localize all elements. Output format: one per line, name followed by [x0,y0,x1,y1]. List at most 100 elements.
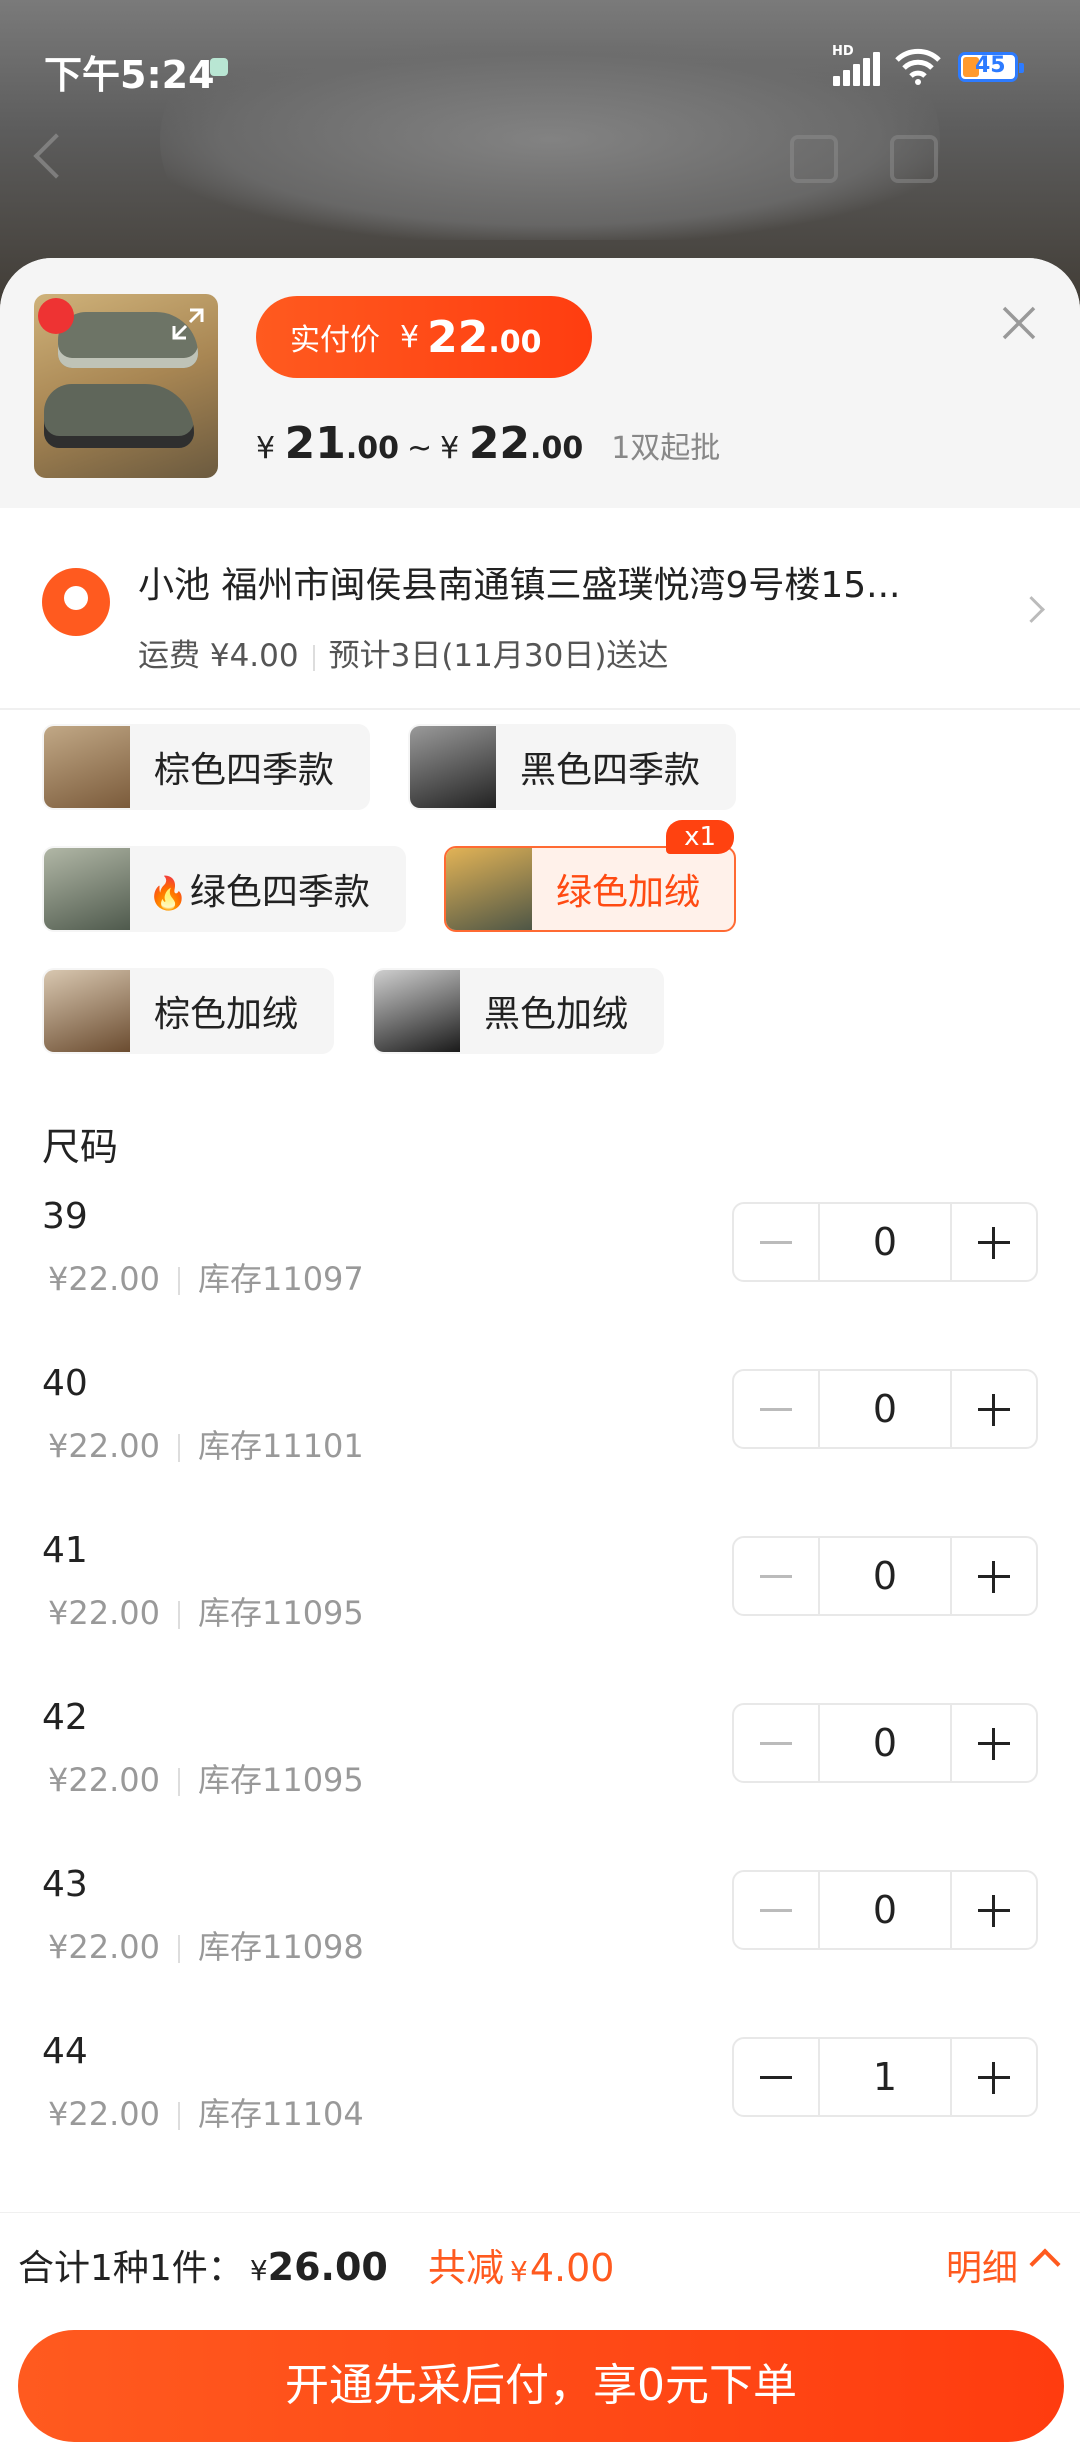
size-price: ¥22.00 [48,1427,160,1465]
size-value: 39 [42,1196,88,1237]
size-value: 42 [42,1697,88,1738]
size-section-title: 尺码 [42,1125,119,1169]
color-label: 棕色加绒 [154,994,299,1035]
size-row: 40 ¥22.00 库存11101 0 [0,1363,1080,1530]
size-value: 40 [42,1363,88,1404]
price-min-int: 21 [284,418,346,469]
sheet-header: 实付价 ¥ 22 .00 ¥ 21 .00 ~ ¥ 22 .00 1双起批 [0,258,1080,508]
decrement-button[interactable] [734,1538,818,1614]
cart-icon [790,135,838,183]
size-row: 41 ¥22.00 库存11095 0 [0,1530,1080,1697]
chevron-up-icon[interactable] [1029,2248,1061,2280]
size-stock: 库存11095 [197,1761,364,1799]
size-meta: ¥22.00 库存11104 [48,2089,364,2135]
actual-price-int: 22 [427,311,489,363]
wifi-icon [895,48,941,85]
order-summary: 合计1种1件： ¥ 26.00 [18,2239,388,2291]
size-price: ¥22.00 [48,1761,160,1799]
color-option-brown-allseason[interactable]: 棕色四季款 [42,724,371,810]
size-row: 39 ¥22.00 库存11097 0 [0,1196,1080,1363]
color-label: 黑色四季款 [520,750,701,791]
discount-label: 共减 [428,2246,505,2290]
increment-button[interactable] [952,1705,1036,1781]
quantity-value[interactable]: 0 [818,1538,952,1614]
quantity-stepper: 0 [732,1703,1038,1783]
decrement-button[interactable] [734,1872,818,1948]
currency-symbol: ¥ [510,2255,528,2288]
size-stock: 库存11101 [197,1427,364,1465]
location-pin-icon [42,568,110,636]
actual-price-dec: .00 [488,324,542,360]
quantity-value[interactable]: 0 [818,1705,952,1781]
increment-button[interactable] [952,1371,1036,1447]
quantity-value[interactable]: 0 [818,1872,952,1948]
size-stock: 库存11104 [197,2095,364,2133]
close-icon[interactable] [998,302,1040,344]
decrement-button[interactable] [734,1204,818,1280]
decrement-button[interactable] [734,2039,818,2115]
price-max-int: 22 [468,418,531,469]
size-meta: ¥22.00 库存11095 [48,1755,364,1801]
increment-button[interactable] [952,1538,1036,1614]
battery-level: 45 [975,53,1006,78]
quantity-value[interactable]: 1 [818,2039,952,2115]
price-range: ¥ 21 .00 ~ ¥ 22 .00 1双起批 [256,418,720,469]
color-label: 绿色加绒 [556,872,701,913]
color-label-wrap: 🔥绿色四季款 [130,863,404,915]
color-option-green-fleece[interactable]: 绿色加绒 x1 [444,820,737,932]
quantity-value[interactable]: 0 [818,1371,952,1447]
color-thumbnail [374,970,460,1052]
discount-info: 共减 ¥ 4.00 [428,2237,614,2292]
color-thumbnail [44,726,130,808]
delivery-eta: 预计3日(11月30日)送达 [328,638,669,674]
pay-later-order-button[interactable]: 开通先采后付，享0元下单 [18,2330,1064,2442]
actual-price-pill: 实付价 ¥ 22 .00 [256,296,592,378]
total-amount: 26.00 [267,2245,388,2289]
color-option-green-allseason[interactable]: 🔥绿色四季款 [42,846,406,932]
shipping-fee: 运费 ¥4.00 [138,638,299,674]
color-option-black-allseason[interactable]: 黑色四季款 [408,724,737,810]
increment-button[interactable] [952,1872,1036,1948]
size-stock: 库存11095 [197,1594,364,1632]
price-min-dec: .00 [345,431,400,466]
size-meta: ¥22.00 库存11095 [48,1588,364,1634]
size-price: ¥22.00 [48,2095,160,2133]
size-row: 43 ¥22.00 库存11098 0 [0,1864,1080,2031]
color-option-brown-fleece[interactable]: 棕色加绒 [42,968,335,1054]
increment-button[interactable] [952,2039,1036,2115]
decrement-button[interactable] [734,1705,818,1781]
size-price: ¥22.00 [48,1928,160,1966]
detail-button[interactable]: 明细 [946,2239,1018,2291]
fire-icon: 🔥 [148,874,188,912]
size-value: 41 [42,1530,88,1571]
color-thumbnail [44,970,130,1052]
shipping-info: 运费 ¥4.00 预计3日(11月30日)送达 [138,630,668,675]
color-thumbnail [410,726,496,808]
size-row: 42 ¥22.00 库存11095 0 [0,1697,1080,1864]
size-stock: 库存11097 [197,1260,364,1298]
selected-qty-badge: x1 [666,820,735,854]
increment-button[interactable] [952,1204,1036,1280]
size-meta: ¥22.00 库存11101 [48,1421,364,1467]
expand-icon[interactable] [170,306,206,342]
shipping-address[interactable]: 小池 福州市闽侯县南通镇三盛璞悦湾9号楼15... 运费 ¥4.00 预计3日(1… [0,508,1080,708]
decrement-button[interactable] [734,1371,818,1447]
notification-icon [210,58,228,76]
price-max-dec: .00 [530,431,584,466]
range-separator: ~ [407,431,433,466]
quantity-stepper: 0 [732,1369,1038,1449]
color-thumbnail [44,848,130,930]
color-option-black-fleece[interactable]: 黑色加绒 [372,968,665,1054]
min-order-qty: 1双起批 [611,431,721,466]
discount-amount: 4.00 [529,2246,615,2290]
signal-icon [833,50,883,86]
color-label: 黑色加绒 [484,994,629,1035]
product-thumbnail[interactable] [34,294,218,478]
color-label: 绿色四季款 [189,872,370,913]
quantity-value[interactable]: 0 [818,1204,952,1280]
chevron-right-icon [1018,596,1045,623]
address-line: 小池 福州市闽侯县南通镇三盛璞悦湾9号楼15... [138,565,901,606]
share-icon [890,135,938,183]
color-thumbnail [446,848,532,930]
quantity-stepper: 0 [732,1202,1038,1282]
